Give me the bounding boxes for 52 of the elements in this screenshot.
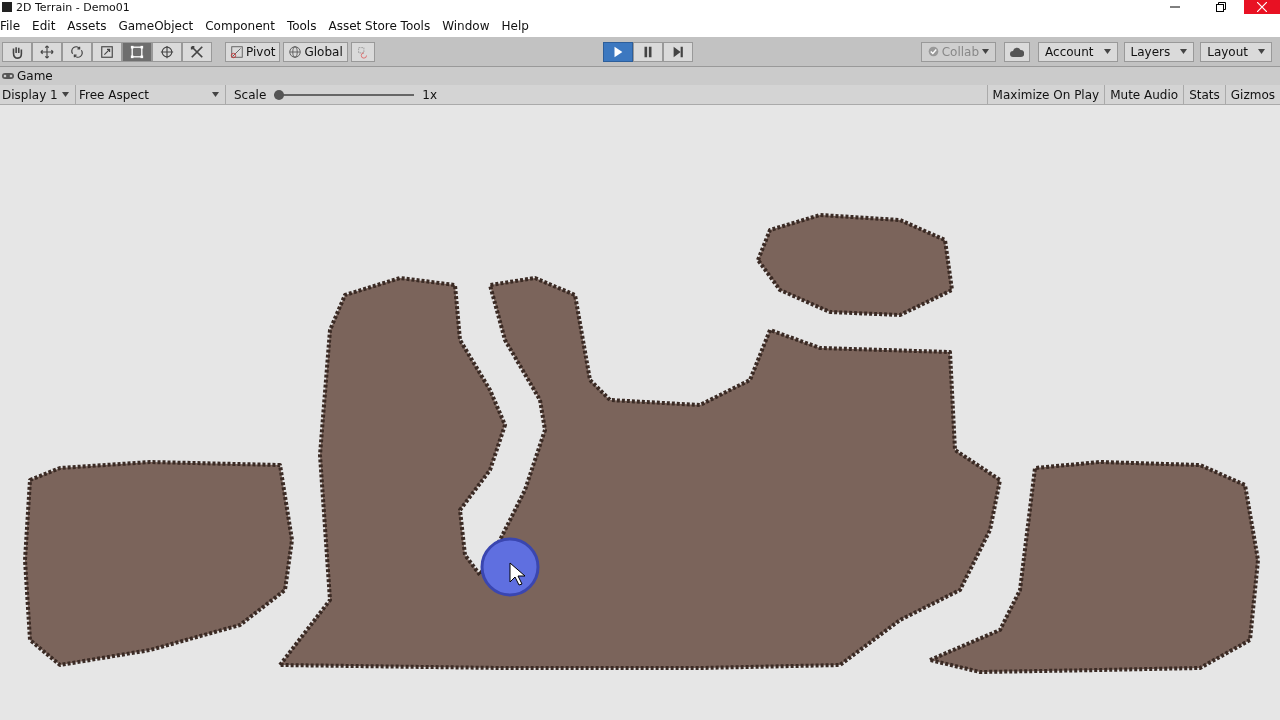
check-icon — [927, 46, 939, 57]
ball — [480, 537, 540, 597]
scale-label: Scale — [234, 87, 267, 102]
menu-item[interactable]: Edit — [26, 18, 62, 33]
menu-item[interactable]: Window — [436, 18, 496, 33]
caret-icon — [212, 92, 219, 97]
window-title: 2D Terrain - Demo01 — [16, 0, 131, 14]
app-icon — [2, 2, 12, 12]
scale-value: 1x — [422, 87, 438, 102]
menu-item[interactable]: Tools — [280, 18, 323, 33]
menu-item[interactable]: Component — [199, 18, 281, 33]
caret-icon — [982, 49, 990, 54]
game-tab[interactable]: Game — [0, 67, 57, 85]
global-icon — [288, 44, 303, 59]
caret-icon — [1180, 49, 1188, 54]
custom-icon — [190, 44, 204, 59]
rect-tool-button[interactable] — [122, 41, 152, 62]
play-button[interactable] — [602, 41, 633, 62]
menu-item[interactable]: Assets — [61, 18, 113, 33]
menu-item[interactable]: Asset Store Tools — [322, 18, 437, 33]
transform-tool-button[interactable] — [152, 41, 182, 62]
snap-icon — [355, 44, 370, 59]
pause-button[interactable] — [632, 41, 663, 62]
cursor-icon — [509, 562, 526, 586]
close-icon[interactable] — [1244, 0, 1280, 14]
scale-tool-button[interactable] — [92, 41, 122, 62]
menu-item[interactable]: File — [0, 18, 27, 33]
hand-icon — [10, 44, 24, 59]
move-icon — [40, 44, 54, 59]
custom-tool-button[interactable] — [182, 41, 212, 62]
display-dropdown[interactable]: Display 1 — [0, 85, 76, 104]
menu-item[interactable]: GameObject — [112, 18, 200, 33]
dropdown[interactable]: Layout — [1200, 41, 1272, 62]
cloud-icon — [1010, 46, 1025, 57]
caret-icon — [1258, 49, 1265, 54]
pivot-button[interactable]: Pivot — [225, 41, 281, 62]
global-button[interactable]: Global — [283, 41, 348, 62]
caret-icon — [1103, 49, 1111, 54]
rotate-tool-button[interactable] — [62, 41, 92, 62]
move-tool-button[interactable] — [32, 41, 62, 62]
rotate-icon — [70, 44, 84, 59]
pivot-icon — [230, 44, 244, 59]
cloud-button[interactable] — [1004, 41, 1031, 62]
rect-icon — [130, 44, 144, 59]
caret-icon — [62, 92, 69, 97]
dropdown[interactable]: Layers — [1123, 41, 1195, 62]
step-button[interactable] — [662, 41, 693, 62]
hand-tool-button[interactable] — [2, 41, 32, 62]
scale-icon — [100, 44, 114, 59]
dropdown[interactable]: Account — [1038, 41, 1118, 62]
transform-icon — [160, 44, 174, 59]
menu-item[interactable]: Help — [495, 18, 535, 33]
